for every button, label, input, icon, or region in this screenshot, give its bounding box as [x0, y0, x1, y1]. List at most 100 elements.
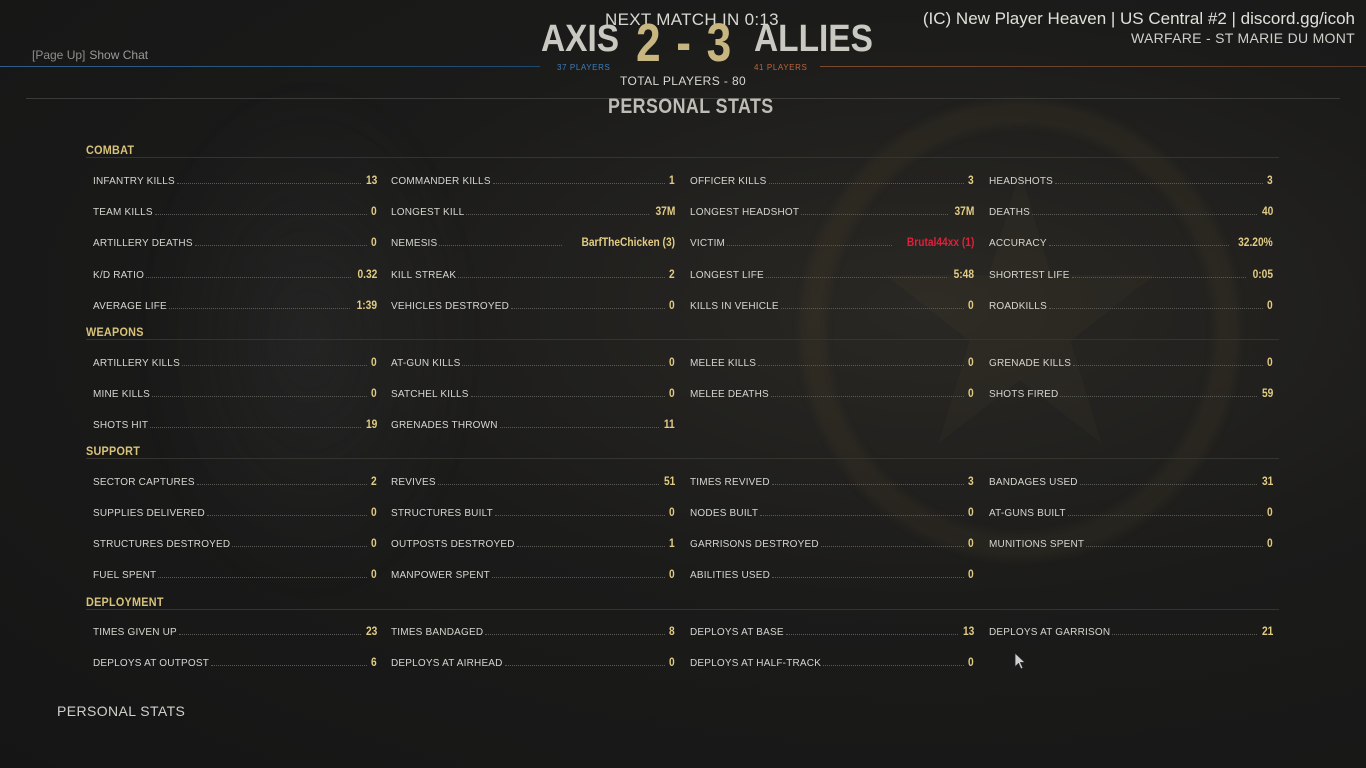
axis-score: 2 — [636, 13, 663, 73]
stat-label: SATCHEL KILLS — [391, 389, 469, 400]
dotted-leader — [168, 308, 350, 309]
stat-label: VICTIM — [690, 238, 726, 249]
stat-row: ACCURACY 32.20% — [989, 233, 1273, 249]
stat-row: TIMES REVIVED 3 — [690, 472, 974, 488]
stat-label: GRENADE KILLS — [989, 358, 1072, 369]
stat-label: GRENADES THROWN — [391, 420, 498, 431]
dotted-leader — [462, 365, 666, 366]
dotted-leader — [1073, 365, 1264, 366]
stat-value: 6 — [371, 655, 377, 669]
stat-value: 0 — [669, 355, 675, 369]
stat-row: AVERAGE LIFE 1:39 — [93, 296, 377, 312]
stat-value: 0 — [968, 355, 974, 369]
stat-label: HEADSHOTS — [989, 176, 1054, 187]
stat-label: AT-GUN KILLS — [391, 358, 461, 369]
stat-value: 0 — [371, 355, 377, 369]
dotted-leader — [780, 308, 965, 309]
stat-label: NODES BUILT — [690, 508, 759, 519]
stat-row: GRENADE KILLS 0 — [989, 353, 1273, 369]
stat-row: SUPPLIES DELIVERED 0 — [93, 503, 377, 519]
stat-label: TEAM KILLS — [93, 207, 153, 218]
stat-label: MINE KILLS — [93, 389, 151, 400]
axis-player-count: 37 PLAYERS — [557, 63, 611, 72]
dotted-leader — [511, 308, 666, 309]
stat-label: DEPLOYS AT GARRISON — [989, 627, 1111, 638]
dotted-leader — [772, 577, 965, 578]
stat-row: LONGEST LIFE 5:48 — [690, 265, 974, 281]
stat-value: 0 — [968, 386, 974, 400]
dotted-leader — [516, 546, 666, 547]
stat-label: DEATHS — [989, 207, 1031, 218]
dotted-leader — [494, 515, 666, 516]
dotted-leader — [1060, 396, 1257, 397]
stat-row: MELEE KILLS 0 — [690, 353, 974, 369]
stat-value: 1:39 — [356, 298, 377, 312]
stat-row: INFANTRY KILLS 13 — [93, 171, 377, 187]
stat-label: DEPLOYS AT OUTPOST — [93, 658, 210, 669]
stat-label: KILLS IN VEHICLE — [690, 301, 779, 312]
stat-value: 59 — [1261, 386, 1273, 400]
map-name: WARFARE - ST MARIE DU MONT — [1130, 30, 1355, 46]
stat-value: 37M — [655, 204, 675, 218]
stat-value: 0:05 — [1252, 267, 1273, 281]
dotted-leader — [727, 245, 892, 246]
stat-value: 0 — [1267, 298, 1273, 312]
stat-label: COMMANDER KILLS — [391, 176, 491, 187]
stat-row: SHOTS HIT 19 — [93, 415, 377, 431]
page-up-key-hint: [Page Up] — [32, 48, 86, 62]
stat-value: 0 — [371, 386, 377, 400]
axis-team-name: AXIS — [541, 18, 620, 60]
dotted-leader — [770, 396, 965, 397]
stat-label: SUPPLIES DELIVERED — [93, 508, 205, 519]
stat-value: 0.32 — [357, 267, 377, 281]
stat-label: TIMES BANDAGED — [391, 627, 484, 638]
stat-row: COMMANDER KILLS 1 — [391, 171, 675, 187]
stat-row: OUTPOSTS DESTROYED 1 — [391, 534, 675, 550]
stat-value: 0 — [968, 536, 974, 550]
dotted-leader — [768, 183, 965, 184]
stat-row: GRENADES THROWN 11 — [391, 415, 675, 431]
stat-label: DEPLOYS AT HALF-TRACK — [690, 658, 822, 669]
stat-label: SHOTS HIT — [93, 420, 149, 431]
stat-label: LONGEST KILL — [391, 207, 465, 218]
dotted-leader — [158, 577, 368, 578]
stat-row: REVIVES 51 — [391, 472, 675, 488]
footer-tab-personal-stats[interactable]: PERSONAL STATS — [57, 703, 185, 719]
stat-label: DEPLOYS AT BASE — [690, 627, 784, 638]
stat-value: 0 — [968, 505, 974, 519]
stat-value: 3 — [1267, 173, 1273, 187]
background-emblem-left — [140, 80, 480, 600]
mouse-cursor-icon — [1014, 652, 1026, 670]
stat-label: KILL STREAK — [391, 270, 457, 281]
dotted-leader — [458, 277, 666, 278]
stat-value: 0 — [968, 298, 974, 312]
stat-value: 0 — [669, 298, 675, 312]
dotted-leader — [466, 214, 649, 215]
section-rule — [86, 609, 1279, 610]
stat-row: VICTIM Brutal44xx (1) — [690, 233, 974, 249]
dotted-leader — [181, 365, 368, 366]
stat-value: 0 — [1267, 536, 1273, 550]
stat-row: STRUCTURES BUILT 0 — [391, 503, 675, 519]
stat-row: SHOTS FIRED 59 — [989, 384, 1273, 400]
stat-label: MUNITIONS SPENT — [989, 539, 1085, 550]
axis-divider-line — [0, 66, 540, 67]
stat-row: VEHICLES DESTROYED 0 — [391, 296, 675, 312]
stat-label: K/D RATIO — [93, 270, 145, 281]
show-chat-hint[interactable]: [Page Up] Show Chat — [32, 48, 148, 62]
stat-label: FUEL SPENT — [93, 570, 157, 581]
stat-value: 23 — [365, 624, 377, 638]
stat-label: MANPOWER SPENT — [391, 570, 490, 581]
stat-label: ARTILLERY DEATHS — [93, 238, 193, 249]
dotted-leader — [437, 484, 659, 485]
stat-value: 0 — [371, 536, 377, 550]
stat-value: 5:48 — [953, 267, 974, 281]
dotted-leader — [1112, 634, 1257, 635]
allies-team-name: ALLIES — [754, 18, 873, 60]
stat-row: TEAM KILLS 0 — [93, 202, 377, 218]
stat-label: ABILITIES USED — [690, 570, 771, 581]
stat-row: DEATHS 40 — [989, 202, 1273, 218]
server-name: (IC) New Player Heaven | US Central #2 |… — [922, 9, 1355, 28]
stat-value: 0 — [371, 235, 377, 249]
dotted-leader — [211, 665, 368, 666]
